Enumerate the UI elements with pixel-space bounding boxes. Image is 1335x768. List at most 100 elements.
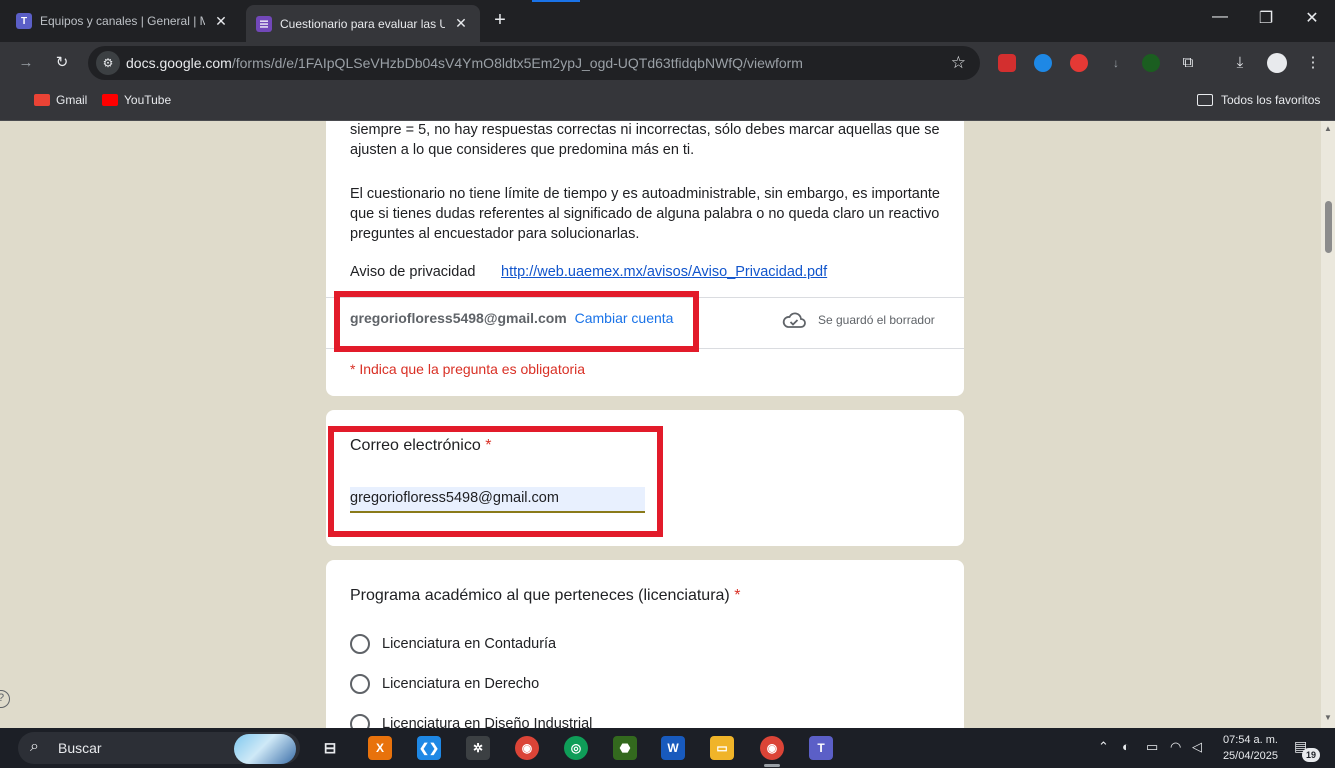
new-tab-icon[interactable]: + [489,9,511,32]
forward-icon[interactable]: → [16,53,36,73]
radio-button[interactable] [350,714,370,728]
shazam-extension-icon[interactable] [1034,54,1052,72]
close-tab-icon[interactable]: ✕ [453,15,469,32]
intro-text: menor a mayor en donde: nunca = 1, casi … [350,122,940,158]
volume-icon[interactable]: ◁ [1192,739,1202,755]
chrome-profile-icon[interactable]: ◉ [760,736,784,760]
draft-status: Se guardó el borrador [782,311,935,329]
bookmarks-bar: Gmail YouTube Todos los favoritos [0,84,1335,121]
word-icon[interactable]: W [661,736,685,760]
radio-button[interactable] [350,634,370,654]
form-description-card: menor a mayor en donde: nunca = 1, casi … [326,121,964,396]
scroll-down-icon[interactable]: ▼ [1323,713,1333,722]
vscode-icon[interactable]: ❮❯ [417,736,441,760]
extensions-puzzle-icon[interactable]: ⧉ [1178,53,1198,73]
required-asterisk: * [734,587,741,604]
system-clock[interactable]: 07:54 a. m. 25/04/2025 [1212,732,1278,764]
all-bookmarks-label: Todos los favoritos [1221,93,1321,107]
tab-title: Cuestionario para evaluar las UA [280,16,445,31]
teams-taskbar-icon[interactable]: T [809,736,833,760]
green-app-icon[interactable]: ◎ [564,736,588,760]
question-title: Programa académico al que perteneces (li… [350,587,740,605]
privacy-link[interactable]: http://web.uaemex.mx/avisos/Aviso_Privac… [501,264,827,280]
bookmark-gmail[interactable]: Gmail [34,93,87,107]
task-view-icon[interactable]: ⊟ [318,736,342,760]
required-note: * Indica que la pregunta es obligatoria [350,361,586,377]
browser-toolbar: → ↻ ⚙ docs.google.com/forms/d/e/1FAIpQLS… [0,42,1335,84]
menu-kebab-icon[interactable]: ⋮ [1303,53,1323,73]
folder-icon [1197,94,1213,106]
privacy-label: Aviso de privacidad [350,264,476,280]
clock-time: 07:54 a. m. [1222,734,1278,746]
form-page: menor a mayor en donde: nunca = 1, casi … [0,121,1335,728]
address-bar[interactable]: ⚙ docs.google.com/forms/d/e/1FAIpQLSeVHz… [88,46,980,80]
notification-badge: 19 [1302,748,1320,762]
adblock-extension-icon[interactable] [1070,54,1088,72]
radio-option[interactable]: Licenciatura en Diseño Industrial [350,714,592,728]
url-text[interactable]: docs.google.com/forms/d/e/1FAIpQLSeVHzbD… [126,55,803,71]
remote-desktop-icon[interactable]: ⬣ [613,736,637,760]
gmail-icon [34,94,50,106]
radio-option[interactable]: Licenciatura en Contaduría [350,634,556,654]
download-extension-icon[interactable]: ↓ [1106,53,1126,73]
search-highlight-art [234,734,296,764]
tray-app-icon[interactable]: ◐ [1122,739,1130,754]
xampp-icon[interactable]: X [368,736,392,760]
profile-avatar[interactable] [1267,53,1287,73]
green-extension-icon[interactable] [1142,54,1160,72]
search-icon: ⌕ [30,738,39,755]
radio-label: Licenciatura en Diseño Industrial [382,716,593,728]
radio-label: Licenciatura en Contaduría [382,636,557,652]
scroll-up-icon[interactable]: ▲ [1323,124,1333,133]
scrollbar-thumb[interactable] [1325,201,1332,253]
minimize-icon[interactable]: — [1200,8,1240,26]
cloud-check-icon [782,312,806,328]
tray-chevron-icon[interactable]: ⌃ [1098,739,1109,755]
active-indicator [764,764,780,767]
wifi-icon[interactable]: ◠ [1170,739,1181,755]
question-title-text: Programa académico al que perteneces (li… [350,587,730,604]
highlight-box-account [334,291,699,352]
extension-red-icon[interactable] [998,54,1016,72]
site-info-icon[interactable]: ⚙ [96,51,120,75]
all-bookmarks-folder[interactable]: Todos los favoritos [1197,93,1320,107]
intro-paragraph-2: El cuestionario no tiene límite de tiemp… [350,186,940,242]
bookmark-label: YouTube [124,93,172,107]
file-explorer-icon[interactable]: ▭ [710,736,734,760]
url-host: docs.google.com [126,55,232,71]
question-card-program: Programa académico al que perteneces (li… [326,560,964,728]
youtube-icon [102,94,118,106]
close-tab-icon[interactable]: ✕ [213,13,229,30]
app-icon[interactable]: ✲ [466,736,490,760]
intro-paragraph-1: menor a mayor en donde: nunca = 1, casi … [350,121,940,160]
battery-icon[interactable]: ▭ [1146,739,1158,755]
teams-icon: T [16,13,32,29]
tab-title: Equipos y canales | General | Mi [40,14,205,28]
restore-icon[interactable]: ❐ [1246,8,1286,28]
bookmark-label: Gmail [56,93,88,107]
highlight-box-email [328,426,663,537]
tab-strip: T Equipos y canales | General | Mi ✕ Cue… [0,0,1335,42]
tab-google-forms[interactable]: Cuestionario para evaluar las UA ✕ [246,5,480,42]
reload-icon[interactable]: ↻ [52,53,72,73]
search-label: Buscar [58,740,102,756]
notification-center[interactable]: ▤ 19 [1294,738,1320,762]
draft-saved-label: Se guardó el borrador [818,313,935,327]
tab-teams[interactable]: T Equipos y canales | General | Mi ✕ [6,6,240,36]
radio-label: Licenciatura en Derecho [382,676,540,692]
tab-accent [532,0,580,2]
url-path: /forms/d/e/1FAIpQLSeVHzbDb04sV4YmO8ldtx5… [231,55,803,71]
clock-date: 25/04/2025 [1222,750,1278,762]
help-icon[interactable]: ? [0,690,10,708]
chrome-icon[interactable]: ◉ [515,736,539,760]
close-window-icon[interactable]: ✕ [1292,8,1332,28]
google-forms-icon [256,15,272,32]
page-scrollbar[interactable]: ▲ ▼ [1321,121,1335,728]
downloads-icon[interactable]: ⤓ [1230,53,1250,73]
radio-button[interactable] [350,674,370,694]
bookmark-star-icon[interactable]: ☆ [951,53,966,73]
radio-option[interactable]: Licenciatura en Derecho [350,674,539,694]
taskbar-search[interactable]: ⌕ Buscar [18,732,300,764]
bookmark-youtube[interactable]: YouTube [102,93,171,107]
windows-taskbar: ⌕ Buscar ⊟ X ❮❯ ✲ ◉ ◎ ⬣ W ▭ ◉ T ⌃ ◐ ▭ ◠ … [0,728,1335,768]
